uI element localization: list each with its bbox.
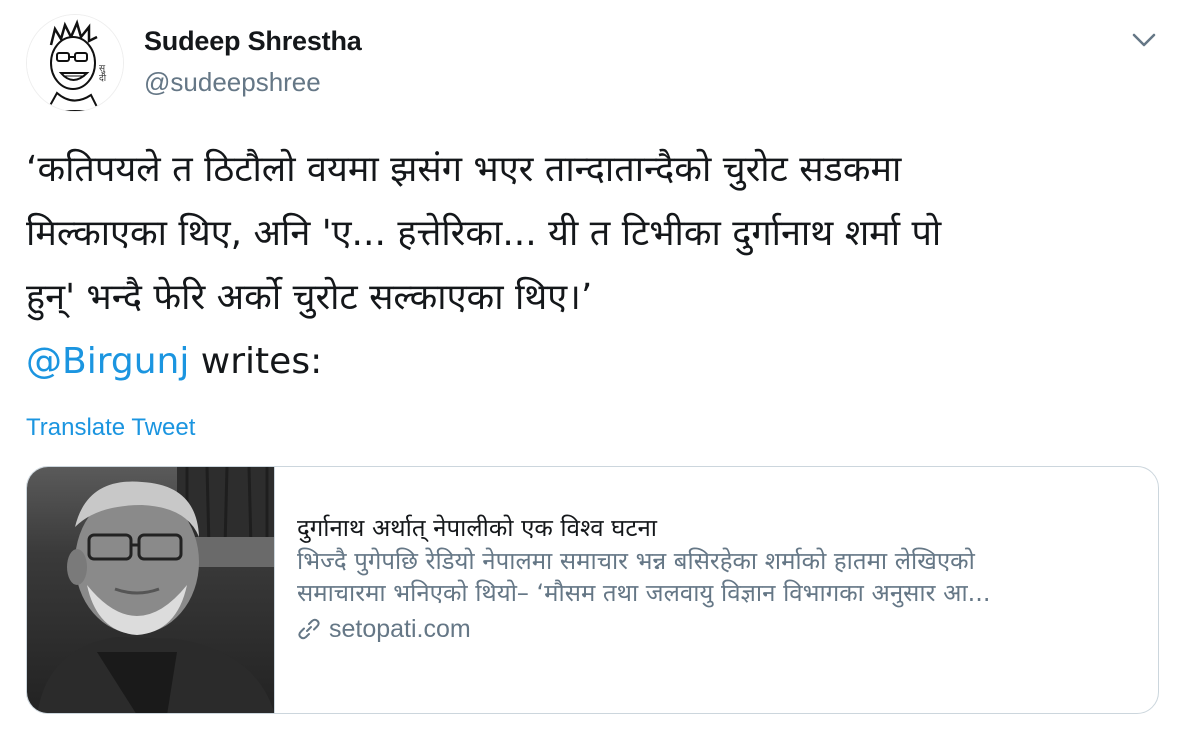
card-domain-text: setopati.com — [329, 615, 471, 643]
card-domain: setopati.com — [297, 613, 1147, 645]
card-thumbnail — [27, 467, 275, 713]
mention-link[interactable]: @Birgunj — [26, 341, 189, 382]
card-description: भिज्दै पुगेपछि रेडियो नेपालमा समाचार भन्… — [297, 545, 1147, 609]
tweet-text: ‘कतिपयले त ठिटौलो वयमा झसंग भएर तान्दाता… — [26, 138, 1161, 394]
card-text: दुर्गानाथ अर्थात् नेपालीको एक विश्व घटना… — [297, 513, 1147, 645]
author-display-name[interactable]: Sudeep Shrestha — [144, 26, 362, 57]
card-title: दुर्गानाथ अर्थात् नेपालीको एक विश्व घटना — [297, 514, 657, 542]
link-preview-card[interactable]: दुर्गानाथ अर्थात् नेपालीको एक विश्व घटना… — [26, 466, 1159, 714]
chevron-down-icon[interactable] — [1131, 30, 1157, 50]
tweet-line: ‘कतिपयले त ठिटौलो वयमा झसंग भएर तान्दाता… — [26, 149, 902, 190]
author-handle[interactable]: @sudeepshree — [144, 67, 321, 98]
card-description-line: भिज्दै पुगेपछि रेडियो नेपालमा समाचार भन्… — [297, 547, 975, 575]
tweet-line: हुन्' भन्दै फेरि अर्को चुरोट सल्काएका थि… — [26, 277, 593, 318]
svg-text:सु: सु — [99, 64, 106, 74]
avatar-caricature: सु दी — [27, 15, 123, 111]
mention-suffix: writes: — [189, 341, 323, 382]
link-icon — [298, 618, 320, 640]
tweet-line-mention: @Birgunj writes: — [26, 330, 1161, 394]
tweet-line: मिल्काएका थिए, अनि 'ए... हत्तेरिका... यी… — [26, 213, 942, 254]
translate-tweet-link[interactable]: Translate Tweet — [26, 414, 195, 442]
svg-text:दी: दी — [99, 72, 107, 84]
avatar[interactable]: सु दी — [26, 14, 124, 112]
card-description-line: समाचारमा भनिएको थियो– ‘मौसम तथा जलवायु व… — [297, 579, 991, 607]
